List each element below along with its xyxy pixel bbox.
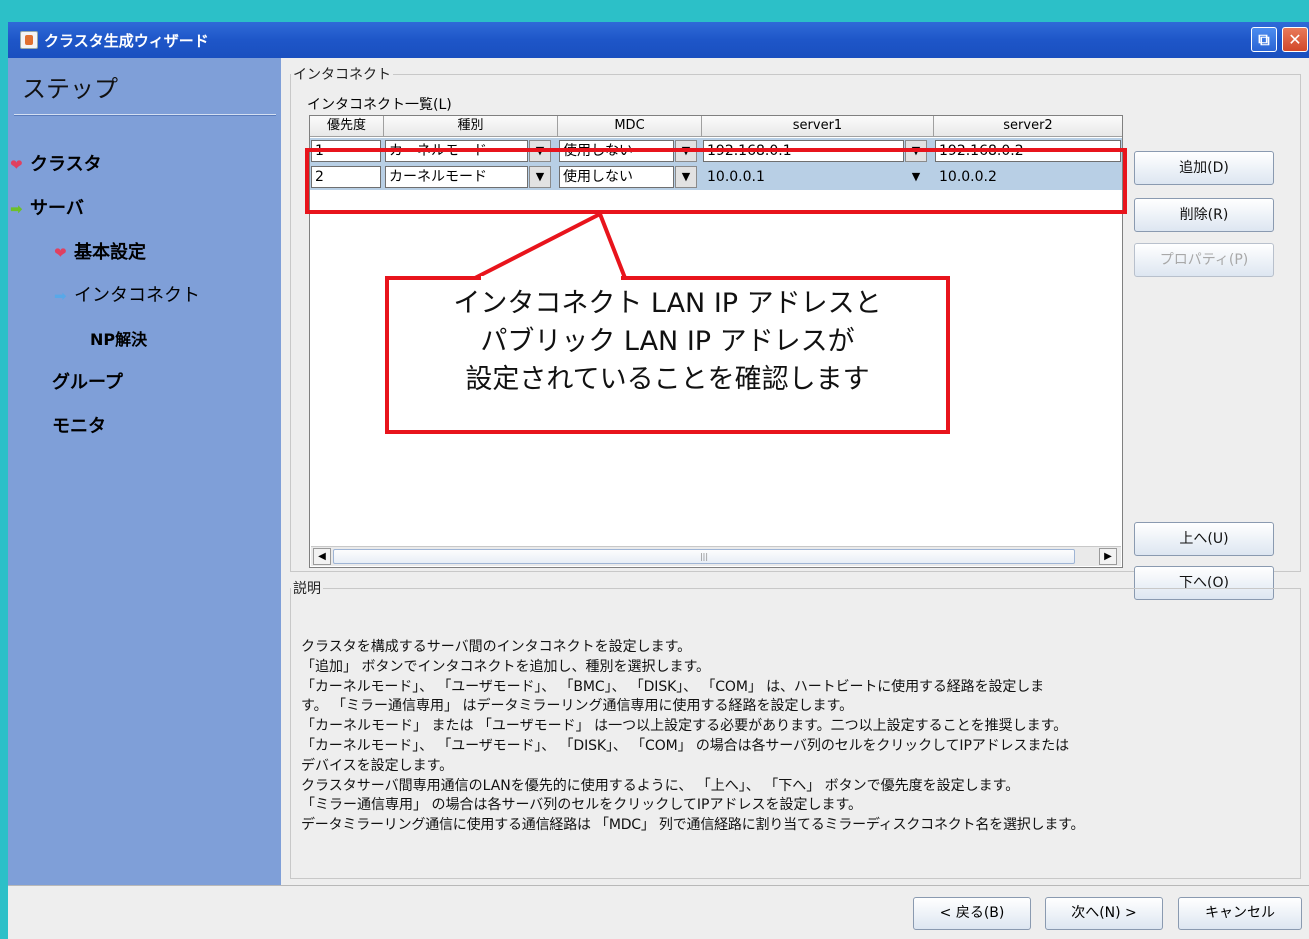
description-line: 「カーネルモード」、 「ユーザモード」、 「BMC」、 「DISK」、 「COM… bbox=[301, 678, 1045, 695]
back-button[interactable]: < 戻る(B) bbox=[913, 897, 1031, 930]
steps-title: ステップ bbox=[22, 75, 118, 103]
column-header-priority[interactable]: 優先度 bbox=[310, 116, 384, 137]
column-header-server2[interactable]: server2 bbox=[934, 116, 1122, 137]
check-icon: ❤ bbox=[54, 244, 67, 262]
description-line: 「カーネルモード」、 「ユーザモード」、 「DISK」、 「COM」 の場合は各… bbox=[301, 737, 1070, 754]
description-line: クラスタサーバ間専用通信のLANを優先的に使用するように、 「上へ」、 「下へ」… bbox=[301, 777, 1020, 794]
move-up-button[interactable]: 上へ(U) bbox=[1134, 522, 1274, 556]
step-label: モニタ bbox=[52, 416, 106, 437]
scroll-thumb[interactable]: ||| bbox=[333, 549, 1075, 564]
horizontal-scrollbar[interactable]: ◀ ||| ▶ bbox=[311, 546, 1121, 566]
step-cluster: ❤ クラスタ bbox=[10, 150, 102, 176]
steps-sidebar: ステップ ❤ クラスタ ➡ サーバ ❤ 基本設定 ➡ インタコネクト NP解決 グループ… bbox=[8, 58, 281, 885]
properties-button[interactable]: プロパティ(P) bbox=[1134, 243, 1274, 277]
step-label: クラスタ bbox=[30, 154, 102, 175]
callout-highlight-frame bbox=[305, 148, 1127, 214]
interconnect-group-label: インタコネクト bbox=[293, 67, 391, 83]
column-header-type[interactable]: 種別 bbox=[384, 116, 558, 137]
description-text: クラスタを構成するサーバ間のインタコネクトを設定します。 「追加」 ボタンでイン… bbox=[301, 638, 1291, 836]
steps-divider bbox=[14, 114, 276, 116]
scroll-left-icon[interactable]: ◀ bbox=[313, 548, 331, 565]
cancel-button[interactable]: キャンセル bbox=[1178, 897, 1302, 930]
step-label: NP解決 bbox=[90, 330, 148, 349]
description-group-label: 説明 bbox=[293, 581, 321, 597]
callout-line: パブリック LAN IP アドレスが bbox=[480, 326, 855, 357]
description-line: デバイスを設定します。 bbox=[301, 757, 454, 774]
footer-divider bbox=[8, 885, 1309, 886]
column-header-mdc[interactable]: MDC bbox=[558, 116, 702, 137]
title-bar: クラスタ生成ウィザード ⧉ ✕ bbox=[8, 22, 1309, 58]
step-monitor: モニタ bbox=[52, 412, 106, 438]
close-icon[interactable]: ✕ bbox=[1282, 27, 1308, 52]
interconnect-list-label: インタコネクト一覧(L) bbox=[307, 97, 452, 113]
step-interconnect-current: ➡ インタコネクト bbox=[54, 281, 200, 307]
step-label: インタコネクト bbox=[74, 285, 200, 306]
description-line: す。 「ミラー通信専用」 はデータミラーリング通信専用に使用する経路を設定します… bbox=[301, 698, 854, 715]
step-label: グループ bbox=[52, 372, 123, 393]
java-app-icon bbox=[20, 31, 38, 49]
step-np-resolution: NP解決 bbox=[90, 326, 147, 350]
description-line: クラスタを構成するサーバ間のインタコネクトを設定します。 bbox=[301, 639, 692, 655]
description-group: 説明 クラスタを構成するサーバ間のインタコネクトを設定します。 「追加」 ボタン… bbox=[290, 578, 1301, 879]
check-icon: ❤ bbox=[10, 156, 23, 174]
delete-button[interactable]: 削除(R) bbox=[1134, 198, 1274, 232]
callout-line: 設定されていることを確認します bbox=[465, 364, 870, 395]
add-button[interactable]: 追加(D) bbox=[1134, 151, 1274, 185]
description-line: 「ミラー通信専用」 の場合は各サーバ列のセルをクリックしてIPアドレスを設定しま… bbox=[301, 797, 863, 814]
callout-box: インタコネクト LAN IP アドレスと パブリック LAN IP アドレスが … bbox=[385, 276, 950, 434]
step-basic-settings: ❤ 基本設定 bbox=[54, 238, 146, 264]
next-button[interactable]: 次へ(N) > bbox=[1045, 897, 1163, 930]
scroll-right-icon[interactable]: ▶ bbox=[1099, 548, 1117, 565]
column-header-server1[interactable]: server1 bbox=[702, 116, 934, 137]
restore-icon[interactable]: ⧉ bbox=[1251, 27, 1277, 52]
step-label: 基本設定 bbox=[74, 242, 146, 263]
callout-join-mask bbox=[481, 276, 621, 282]
description-line: 「追加」 ボタンでインタコネクトを追加し、種別を選択します。 bbox=[301, 658, 711, 675]
arrow-right-icon: ➡ bbox=[10, 200, 23, 218]
window-title: クラスタ生成ウィザード bbox=[44, 32, 209, 50]
callout-line: インタコネクト LAN IP アドレスと bbox=[453, 288, 882, 319]
step-server: ➡ サーバ bbox=[10, 194, 84, 220]
step-label: サーバ bbox=[30, 198, 84, 219]
step-group: グループ bbox=[52, 368, 123, 394]
window-border: クラスタ生成ウィザード ⧉ ✕ ステップ ❤ クラスタ ➡ サーバ ❤ 基本設定 ➡ イ… bbox=[0, 0, 1309, 939]
arrow-right-icon: ➡ bbox=[54, 287, 67, 305]
description-line: 「カーネルモード」 または 「ユーザモード」 は一つ以上設定する必要があります。… bbox=[301, 718, 1068, 735]
description-line: データミラーリング通信に使用する通信経路は 「MDC」 列で通信経路に割り当てる… bbox=[301, 817, 1085, 834]
